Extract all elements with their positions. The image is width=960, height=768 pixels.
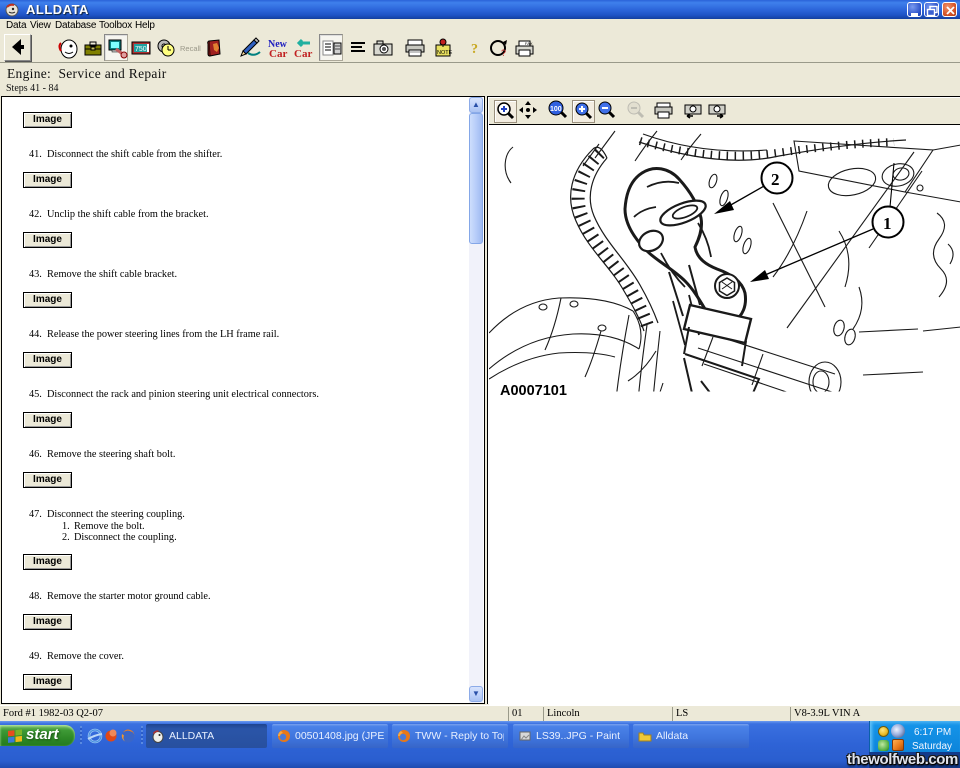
svg-text:?: ?	[501, 48, 506, 58]
svg-text:A0007101: A0007101	[500, 383, 567, 399]
svg-text:1: 1	[883, 214, 892, 233]
svg-text:Car: Car	[294, 48, 312, 59]
svg-text:750: 750	[135, 46, 147, 53]
svg-text:?: ?	[471, 42, 478, 57]
svg-text:2: 2	[771, 170, 780, 189]
svg-text:NOTE: NOTE	[437, 50, 453, 56]
svg-text:100: 100	[550, 106, 562, 113]
svg-text:Recall: Recall	[180, 44, 201, 53]
svg-text:Car: Car	[269, 48, 287, 59]
svg-text:FAX: FAX	[525, 41, 533, 46]
